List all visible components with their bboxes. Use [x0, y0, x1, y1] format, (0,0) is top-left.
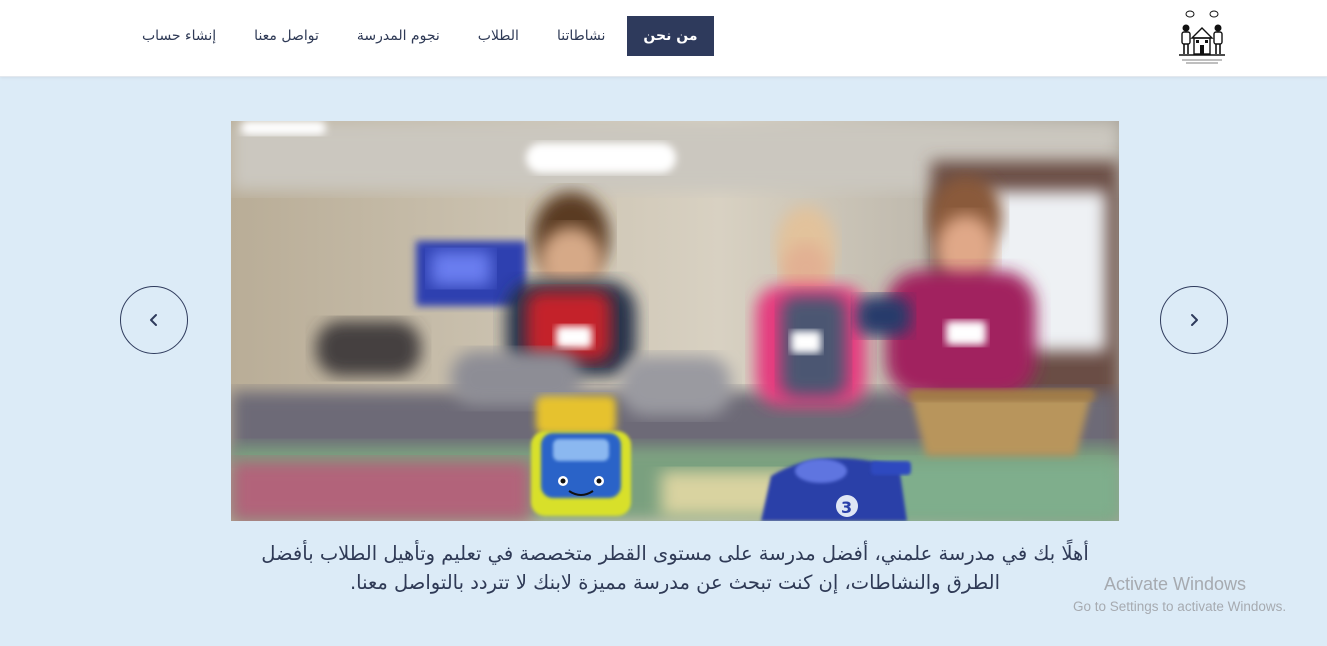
blurred-children-playing-with-toy-cars-photo: 3	[231, 121, 1119, 521]
activate-windows-title: Activate Windows	[1104, 574, 1247, 594]
nav-menu: من نحن نشاطاتنا الطلاب نجوم المدرسة تواص…	[120, 16, 714, 56]
nav-item-students[interactable]: الطلاب	[462, 16, 535, 56]
school-logo[interactable]	[1176, 8, 1228, 66]
welcome-paragraph: أهلًا بك في مدرسة علمني، أفضل مدرسة على …	[261, 542, 1089, 594]
chevron-right-icon	[1191, 314, 1198, 326]
nav-item-contact-us[interactable]: تواصل معنا	[238, 16, 335, 56]
nav-item-about-us[interactable]: من نحن	[627, 16, 714, 56]
slider-next-button[interactable]	[1160, 286, 1228, 354]
slider-prev-button[interactable]	[120, 286, 188, 354]
chevron-left-icon	[150, 314, 157, 326]
school-children-logo-icon	[1179, 10, 1225, 64]
nav-item-activities[interactable]: نشاطاتنا	[541, 16, 621, 56]
slider-image: 3	[231, 121, 1119, 521]
activate-windows-subtitle: Go to Settings to activate Windows.	[1073, 599, 1287, 614]
nav-item-school-stars[interactable]: نجوم المدرسة	[341, 16, 456, 56]
nav-item-create-account[interactable]: إنشاء حساب	[126, 16, 232, 56]
svg-text:3: 3	[841, 498, 852, 517]
top-navbar: من نحن نشاطاتنا الطلاب نجوم المدرسة تواص…	[0, 0, 1327, 77]
